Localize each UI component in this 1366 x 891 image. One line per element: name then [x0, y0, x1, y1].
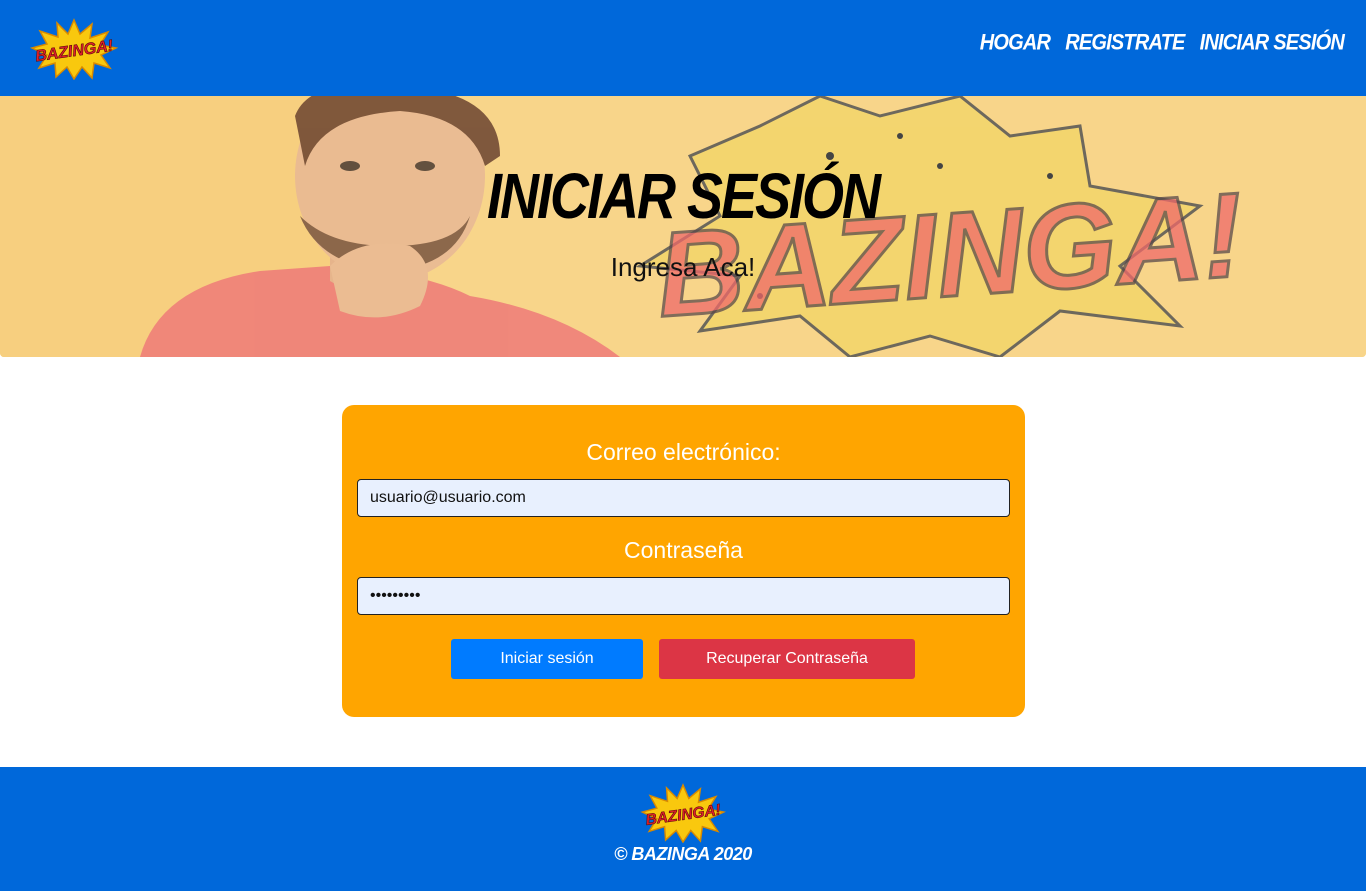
site-footer: BAZINGA! © BAZINGA 2020: [0, 767, 1366, 891]
nav-link-login[interactable]: INICIAR SESIÓN: [1200, 31, 1345, 57]
page-title: INICIAR SESIÓN: [486, 161, 881, 233]
main-nav: HOGAR REGISTRATE INICIAR SESIÓN: [980, 31, 1345, 57]
login-button[interactable]: Iniciar sesión: [451, 639, 643, 679]
copyright-text: © BAZINGA 2020: [614, 844, 752, 864]
footer-bazinga-logo[interactable]: BAZINGA!: [638, 783, 728, 843]
password-field[interactable]: [357, 577, 1010, 615]
page-subtitle: Ingresa Aca!: [610, 252, 756, 282]
email-field[interactable]: [357, 479, 1010, 517]
recover-password-button[interactable]: Recuperar Contraseña: [659, 639, 915, 679]
nav-link-register[interactable]: REGISTRATE: [1065, 31, 1185, 57]
site-header: BAZINGA! HOGAR REGISTRATE INICIAR SESIÓN: [0, 0, 1366, 96]
email-label: Correo electrónico:: [586, 439, 781, 465]
password-label: Contraseña: [624, 537, 743, 563]
bazinga-logo[interactable]: BAZINGA!: [30, 18, 118, 80]
login-form: Correo electrónico: Contraseña Iniciar s…: [342, 405, 1025, 717]
hero-banner: BAZINGA! INICIAR SESIÓN Ingresa Aca!: [0, 96, 1366, 357]
nav-link-home[interactable]: HOGAR: [980, 31, 1051, 57]
